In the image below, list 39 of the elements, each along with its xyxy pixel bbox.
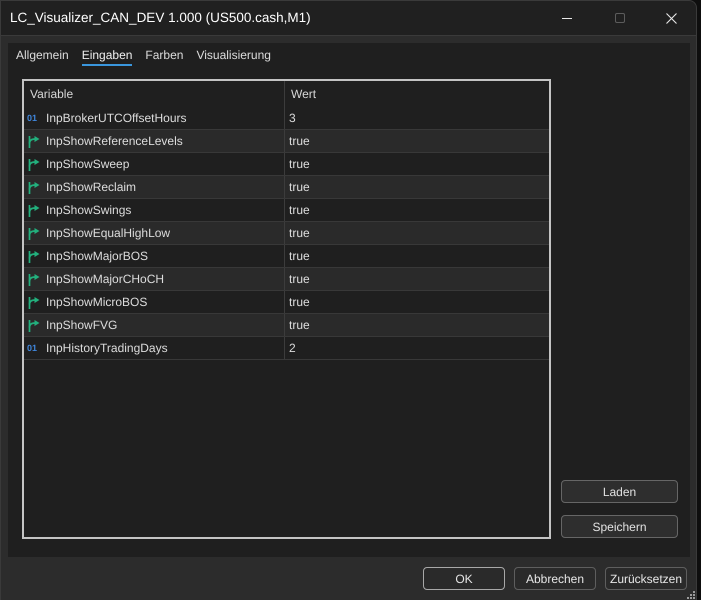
variable-name: InpHistoryTradingDays [46, 340, 168, 357]
variable-name: InpShowSwings [46, 202, 132, 219]
variable-name: InpShowReclaim [46, 179, 136, 196]
variable-name: InpShowMicroBOS [46, 294, 148, 311]
branch-arrow-icon [27, 134, 40, 148]
variable-name: InpShowFVG [46, 317, 118, 334]
branch-arrow-icon [27, 204, 40, 216]
dialog-button[interactable]: OK [423, 567, 505, 590]
branch-arrow-icon [27, 272, 40, 286]
type-label: 01 [27, 343, 38, 353]
side-button[interactable]: Speichern [561, 515, 678, 538]
branch-arrow-icon [27, 250, 40, 262]
variable-name: InpBrokerUTCOffsetHours [46, 110, 186, 127]
variable-name: InpShowEqualHighLow [46, 225, 170, 242]
variable-name: InpShowMajorBOS [46, 248, 148, 265]
tab[interactable]: Eingaben [82, 47, 132, 66]
variable-name: InpShowMajorCHoCH [46, 271, 164, 288]
type-label: 01 [27, 113, 38, 123]
side-button[interactable]: Laden [561, 480, 678, 503]
value-cell[interactable]: true [285, 314, 549, 336]
tab[interactable]: Farben [145, 47, 184, 66]
branch-arrow-icon [27, 296, 40, 308]
column-header[interactable]: Wert [285, 81, 549, 107]
dialog-button[interactable]: Abbrechen [514, 567, 596, 590]
branch-arrow-icon [27, 318, 40, 332]
resize-grip-icon[interactable] [687, 591, 695, 599]
dialog-button[interactable]: Zurücksetzen [605, 567, 687, 590]
window-title: LC_Visualizer_CAN_DEV 1.000 (US500.cash,M1) [9, 8, 311, 27]
value-cell[interactable]: true [285, 268, 549, 290]
branch-arrow-icon [27, 180, 40, 194]
variable-name: InpShowSweep [46, 156, 130, 173]
tab[interactable]: Allgemein [16, 47, 69, 66]
variable-name: InpShowReferenceLevels [46, 133, 183, 150]
value-cell[interactable]: true [285, 130, 549, 152]
branch-arrow-icon [27, 226, 40, 240]
branch-arrow-icon [27, 158, 40, 170]
tab[interactable]: Visualisierung [196, 47, 271, 66]
value-cell[interactable]: true [285, 176, 549, 198]
value-cell[interactable]: true [285, 222, 549, 244]
